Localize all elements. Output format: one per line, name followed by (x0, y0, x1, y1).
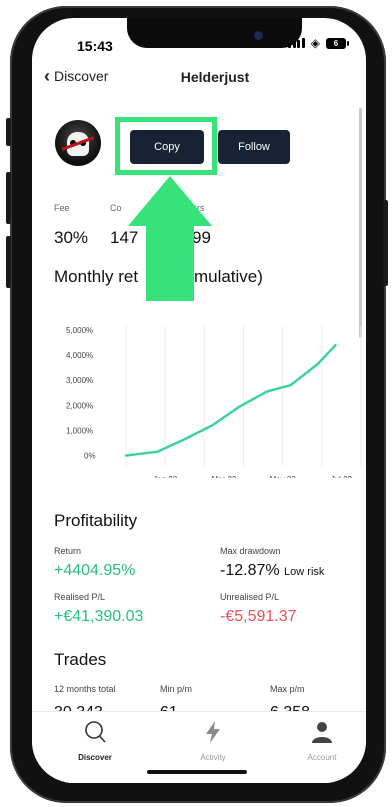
notch (127, 18, 302, 48)
camera-icon (254, 31, 263, 40)
side-button-volume-down (6, 236, 11, 288)
unrealised-pl-label: Unrealised P/L (220, 592, 280, 602)
stat-label-copiers: Co (110, 203, 122, 213)
y-tick-label: 1,000% (66, 426, 93, 435)
series-line (124, 343, 337, 457)
highlight-box (115, 117, 217, 175)
tab-activity-label: Activity (200, 753, 226, 762)
x-tick-label: Jul 23 (331, 475, 353, 478)
max-drawdown-value: -12.87% (220, 562, 280, 579)
x-tick-label: Mar 23 (211, 475, 236, 478)
stat-label-fee: Fee (54, 203, 70, 213)
home-indicator[interactable] (147, 770, 247, 774)
tab-account[interactable]: Account (282, 719, 362, 762)
y-tick-label: 0% (84, 451, 96, 460)
search-icon (85, 721, 106, 743)
return-label: Return (54, 546, 82, 556)
trades-title: Trades (54, 650, 107, 669)
avatar[interactable] (55, 120, 101, 166)
trades-min-label: Min p/m (160, 684, 193, 694)
trades-total-label: 12 months total (54, 684, 116, 694)
y-tick-label: 4,000% (66, 351, 93, 360)
y-tick-label: 5,000% (66, 326, 93, 335)
chart-title: Monthly ret (54, 267, 139, 286)
status-icons: ◈ 6 (288, 36, 349, 50)
wifi-icon: ◈ (310, 36, 320, 50)
y-tick-label: 3,000% (66, 376, 93, 385)
status-time: 15:43 (77, 38, 113, 54)
side-button-power (383, 200, 388, 286)
stat-value-fee: 30% (54, 228, 89, 247)
scrollbar[interactable] (359, 108, 362, 338)
realised-pl-value: +€41,390.03 (54, 608, 144, 625)
signal-icon (288, 38, 305, 48)
stat-value-copiers: 147 (110, 228, 139, 247)
unrealised-pl-value: -€5,591.37 (220, 608, 297, 625)
arrow-up-icon (128, 176, 212, 226)
x-tick-label: Jan 23 (153, 475, 178, 478)
max-drawdown-label: Max drawdown (220, 546, 281, 556)
risk-label: Low risk (284, 566, 325, 578)
stat-value-followers: 99 (192, 228, 211, 247)
follow-button[interactable]: Follow (218, 130, 290, 164)
trades-max-label: Max p/m (270, 684, 305, 694)
y-tick-label: 2,000% (66, 401, 93, 410)
tab-discover-label: Discover (78, 753, 112, 762)
x-tick-label: May 23 (270, 475, 297, 478)
side-button-volume-up (6, 172, 11, 224)
side-button-mute (6, 118, 11, 146)
tab-account-label: Account (307, 753, 337, 762)
tab-activity[interactable]: Activity (173, 719, 253, 762)
lightning-icon (206, 721, 220, 743)
return-value: +4404.95% (54, 562, 136, 579)
page-title: Helderjust (180, 69, 250, 85)
realised-pl-label: Realised P/L (54, 592, 106, 602)
battery-icon: 6 (326, 37, 349, 49)
user-icon (312, 722, 332, 743)
profitability-title: Profitability (54, 511, 138, 530)
arrow-shaft (146, 224, 194, 301)
max-drawdown-value-row: -12.87% Low risk (220, 562, 324, 580)
tab-discover[interactable]: Discover (55, 719, 135, 762)
monthly-return-chart: 5,000% 4,000% 3,000% 2,000% 1,000% 0% Jan 23 Ma… (66, 326, 362, 478)
phone-screen: 15:43 ◈ 6 ‹ Discover Helderjust Copy Fol… (32, 18, 366, 783)
